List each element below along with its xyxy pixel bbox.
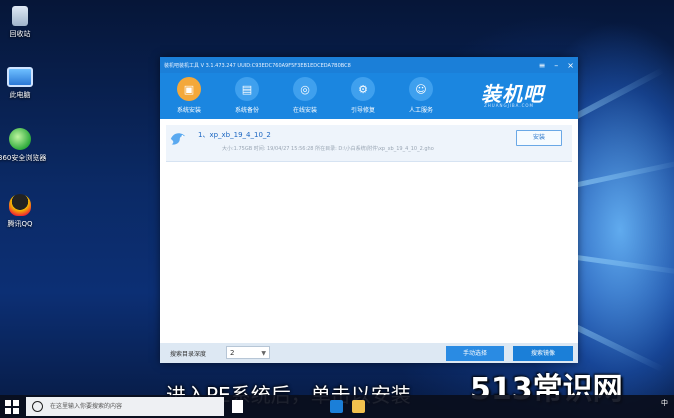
desktop-icon-label: 回收站 <box>9 30 31 38</box>
tab-system-backup[interactable]: ▤ 系统备份 <box>218 73 276 119</box>
window-titlebar: 装机吧装机工具 V 3.1.473.247 UUID:C93EDC760A9F5… <box>160 57 578 73</box>
desktop-icon-recycle-bin[interactable]: 回收站 <box>0 6 42 39</box>
search-depth-label: 搜索目录深度 <box>170 351 207 358</box>
minimize-button[interactable]: – <box>554 61 558 70</box>
computer-icon <box>7 67 33 87</box>
system-install-icon: ▣ <box>177 77 201 101</box>
tab-label: 在线安装 <box>292 107 317 114</box>
system-backup-icon: ▤ <box>235 77 259 101</box>
qq-penguin-icon <box>9 194 31 216</box>
taskbar-search-input[interactable]: 在这里输入你要搜索的内容 <box>26 397 224 416</box>
tab-label: 系统备份 <box>234 107 259 114</box>
tab-system-install[interactable]: ▣ 系统安装 <box>160 73 218 119</box>
desktop-icon-label: 此电脑 <box>9 91 31 99</box>
close-button[interactable]: × <box>567 61 574 70</box>
cortana-icon <box>32 401 43 412</box>
taskbar: 在这里输入你要搜索的内容 中 <box>0 395 674 418</box>
window-title: 装机吧装机工具 V 3.1.473.247 UUID:C93EDC760A9F5… <box>164 62 351 69</box>
support-icon: ☺ <box>409 77 433 101</box>
file-explorer-icon[interactable] <box>352 400 365 413</box>
list-item[interactable]: 1、xp_xb_19_4_10_2 大小:1.75GB 时间: 19/04/27… <box>166 125 572 162</box>
tab-label: 系统安装 <box>176 107 201 114</box>
windows-start-icon[interactable] <box>3 398 21 415</box>
system-tray-ime[interactable]: 中 <box>661 398 668 408</box>
image-meta: 大小:1.75GB 时间: 19/04/27 15:56:28 所在目录: D:… <box>222 146 434 152</box>
image-name: 1、xp_xb_19_4_10_2 <box>198 131 271 139</box>
browser-360-icon <box>9 128 31 150</box>
tab-support[interactable]: ☺ 人工服务 <box>392 73 450 119</box>
image-list: 1、xp_xb_19_4_10_2 大小:1.75GB 时间: 19/04/27… <box>160 119 578 343</box>
install-button[interactable]: 安装 <box>516 130 562 146</box>
desktop-icon-360-browser[interactable]: 360安全浏览器 <box>0 128 47 163</box>
search-image-button[interactable]: 搜索镜像 <box>513 346 573 361</box>
tab-boot-repair[interactable]: ⚙ 引导修复 <box>334 73 392 119</box>
tab-online-install[interactable]: ◎ 在线安装 <box>276 73 334 119</box>
online-install-icon: ◎ <box>293 77 317 101</box>
menu-button[interactable]: ≡ <box>539 61 546 70</box>
desktop-icon-label: 腾讯QQ <box>7 220 33 228</box>
search-depth-select[interactable]: 2 ▼ <box>226 346 270 359</box>
bird-icon <box>170 133 186 145</box>
chevron-down-icon: ▼ <box>261 350 266 357</box>
search-depth-value: 2 <box>230 349 235 357</box>
tab-label: 引导修复 <box>350 107 375 114</box>
brand-subtitle: ZHUANGJIBA.COM <box>484 103 534 108</box>
task-view-icon[interactable] <box>232 400 243 413</box>
desktop-icon-label: 360安全浏览器 <box>0 154 47 162</box>
bottom-bar: 搜索目录深度 2 ▼ 手动选择 搜索镜像 <box>160 343 578 363</box>
recycle-bin-icon <box>12 6 28 26</box>
desktop-icon-qq[interactable]: 腾讯QQ <box>0 194 42 229</box>
desktop-icon-this-pc[interactable]: 此电脑 <box>0 67 42 100</box>
main-toolbar: ▣ 系统安装 ▤ 系统备份 ◎ 在线安装 ⚙ 引导修复 ☺ 人工服务 装机吧 Z… <box>160 73 578 119</box>
window-controls: ≡ – × <box>539 57 574 73</box>
boot-repair-icon: ⚙ <box>351 77 375 101</box>
tab-label: 人工服务 <box>408 107 433 114</box>
taskbar-search-placeholder: 在这里输入你要搜索的内容 <box>50 403 123 410</box>
zhuangjiba-window: 装机吧装机工具 V 3.1.473.247 UUID:C93EDC760A9F5… <box>160 57 578 363</box>
edge-icon[interactable] <box>330 400 343 413</box>
manual-select-button[interactable]: 手动选择 <box>446 346 504 361</box>
